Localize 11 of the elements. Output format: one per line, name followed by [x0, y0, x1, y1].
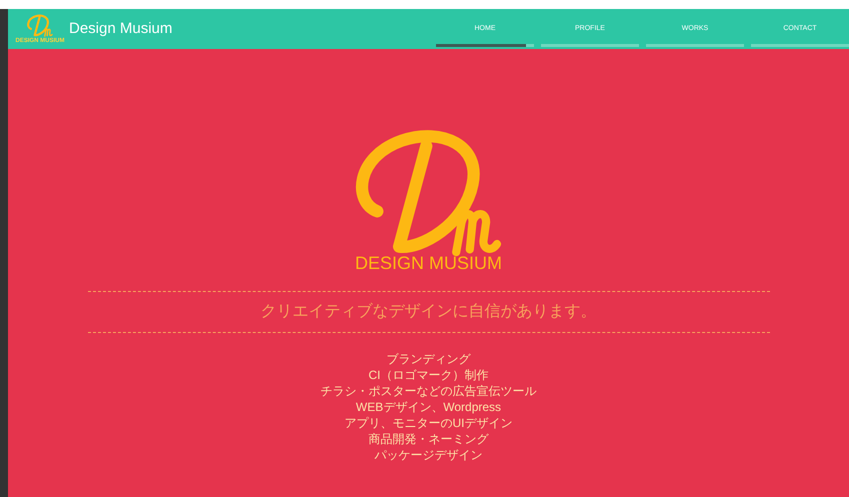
tagline: クリエイティブなデザインに自信があります。: [260, 302, 596, 322]
service-item: 商品開発・ネーミング: [368, 431, 488, 447]
service-item: CI（ロゴマーク）制作: [368, 367, 488, 383]
service-item: ブランディング: [386, 351, 470, 367]
service-item: アプリ、モニターのUIデザイン: [344, 415, 512, 431]
site-title: Design Musium: [69, 18, 172, 39]
service-item: チラシ・ポスターなどの広告宣伝ツール: [320, 383, 536, 399]
logo-caption: DESIGN MUSIUM: [354, 253, 502, 273]
service-item: パッケージデザイン: [374, 447, 482, 463]
service-item: WEBデザイン、Wordpress: [356, 399, 502, 415]
logo-icon: [25, 14, 55, 38]
